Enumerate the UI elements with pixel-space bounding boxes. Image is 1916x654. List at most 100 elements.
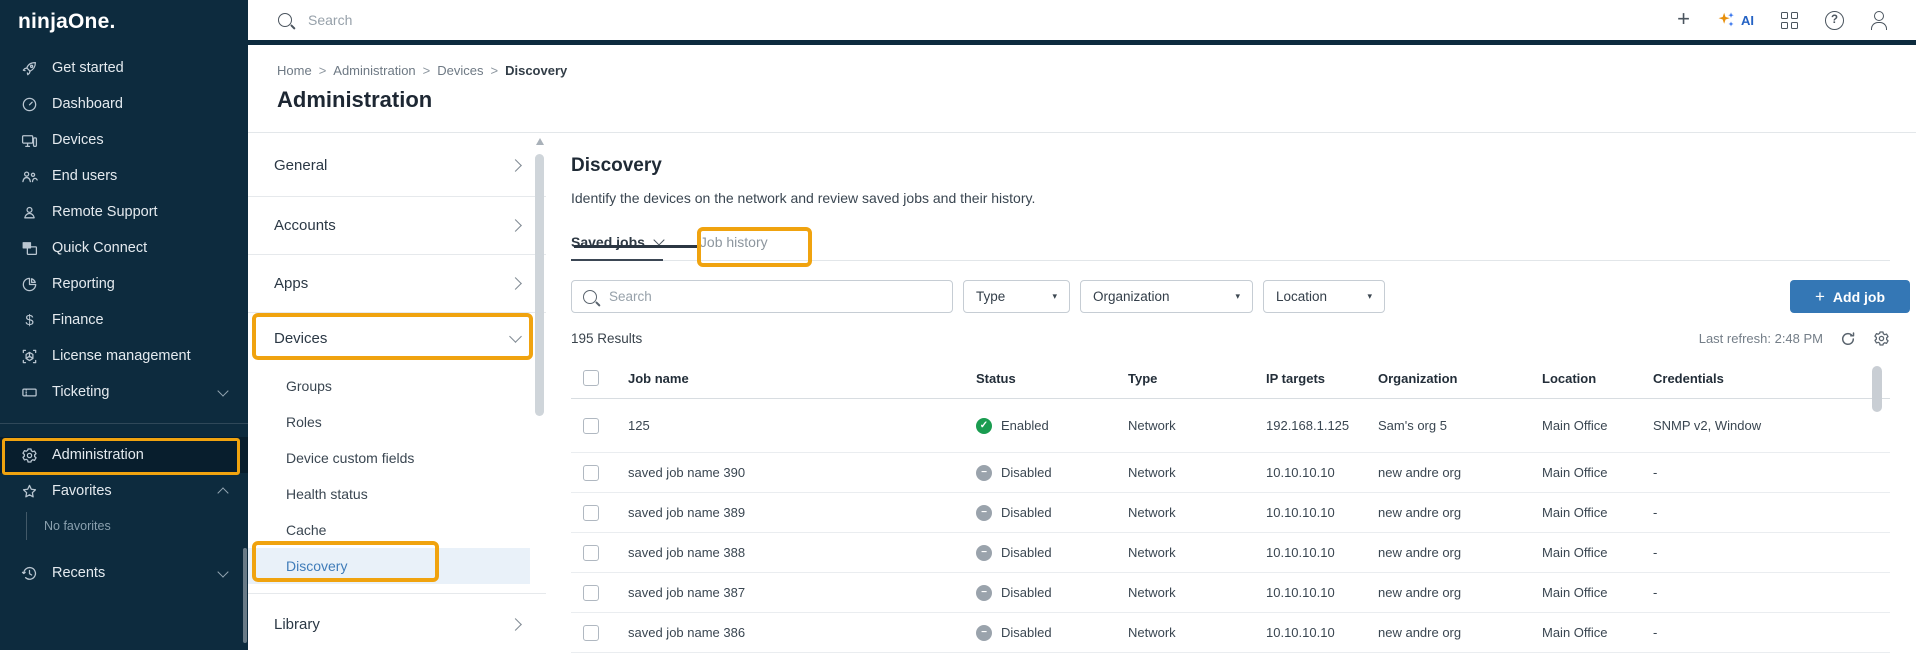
rocket-icon: [20, 60, 39, 77]
global-search[interactable]: [278, 11, 1677, 29]
table-row-saved-job-name-388[interactable]: saved job name 388−DisabledNetwork10.10.…: [571, 533, 1890, 573]
sidebar-item-devices[interactable]: Devices: [0, 122, 248, 158]
sidebar-item-get-started[interactable]: Get started: [0, 50, 248, 86]
row-checkbox[interactable]: [583, 585, 599, 601]
breadcrumb-current: Discovery: [505, 63, 567, 78]
chevron-right-icon: [509, 277, 522, 290]
column-header-job-name[interactable]: Job name: [628, 371, 976, 386]
sidebar-item-ticketing[interactable]: Ticketing: [0, 374, 248, 410]
status-disabled-icon: −: [976, 465, 992, 481]
column-header-ip-targets[interactable]: IP targets: [1266, 371, 1378, 386]
apps-grid-icon[interactable]: [1781, 12, 1798, 29]
menu-scrollbar-thumb[interactable]: [535, 154, 544, 416]
ai-assistant-button[interactable]: AI: [1717, 11, 1754, 30]
menu-section-general[interactable]: General: [248, 135, 546, 197]
sidebar-item-label: Administration: [52, 447, 144, 463]
sidebar-item-dashboard[interactable]: Dashboard: [0, 86, 248, 122]
organization-filter-dropdown[interactable]: Organization ▾: [1080, 280, 1253, 313]
cell-ip-targets: 192.168.1.125: [1266, 418, 1378, 433]
refresh-icon[interactable]: [1840, 331, 1856, 347]
table-row-saved-job-name-390[interactable]: saved job name 390−DisabledNetwork10.10.…: [571, 453, 1890, 493]
table-row-saved-job-name-389[interactable]: saved job name 389−DisabledNetwork10.10.…: [571, 493, 1890, 533]
breadcrumb-link-home[interactable]: Home: [277, 63, 312, 78]
menu-section-accounts[interactable]: Accounts: [248, 197, 546, 255]
menu-item-groups[interactable]: Groups: [248, 368, 546, 404]
search-icon: [278, 13, 292, 27]
table-row-saved-job-name-387[interactable]: saved job name 387−DisabledNetwork10.10.…: [571, 573, 1890, 613]
app-sidebar: ninjaOne. Get startedDashboardDevicesEnd…: [0, 0, 248, 650]
menu-item-cache[interactable]: Cache: [248, 512, 546, 548]
cell-organization: new andre org: [1378, 545, 1542, 560]
tab-job-history-label: Job history: [700, 234, 768, 250]
row-checkbox[interactable]: [583, 545, 599, 561]
breadcrumb-separator: >: [423, 63, 431, 78]
dollar-icon: $: [20, 313, 39, 328]
sidebar-item-license-management[interactable]: License management: [0, 338, 248, 374]
table-row-125[interactable]: 125✓EnabledNetwork192.168.1.125Sam's org…: [571, 399, 1890, 453]
sidebar-item-favorites[interactable]: Favorites: [0, 473, 248, 509]
type-filter-dropdown[interactable]: Type ▾: [963, 280, 1070, 313]
location-filter-dropdown[interactable]: Location ▾: [1263, 280, 1385, 313]
add-job-label: Add job: [1833, 289, 1885, 305]
cell-job-name: saved job name 389: [628, 505, 976, 520]
status-disabled-icon: −: [976, 505, 992, 521]
menu-item-health-status[interactable]: Health status: [248, 476, 546, 512]
cell-job-name: saved job name 388: [628, 545, 976, 560]
column-header-credentials[interactable]: Credentials: [1653, 371, 1890, 386]
column-header-type[interactable]: Type: [1128, 371, 1266, 386]
menu-section-devices[interactable]: Devices: [248, 313, 546, 363]
table-scrollbar-thumb[interactable]: [1872, 366, 1882, 412]
cell-organization: new andre org: [1378, 465, 1542, 480]
cell-job-name: 125: [628, 418, 976, 433]
gauge-icon: [20, 96, 39, 113]
cell-credentials: -: [1653, 545, 1890, 560]
account-icon[interactable]: [1871, 11, 1887, 30]
sidebar-item-administration[interactable]: Administration: [0, 437, 248, 473]
menu-item-roles[interactable]: Roles: [248, 404, 546, 440]
menu-item-discovery[interactable]: Discovery: [248, 548, 530, 584]
select-all-checkbox[interactable]: [583, 370, 599, 386]
column-header-location[interactable]: Location: [1542, 371, 1653, 386]
sidebar-item-end-users[interactable]: End users: [0, 158, 248, 194]
add-icon[interactable]: +: [1677, 8, 1690, 30]
row-checkbox[interactable]: [583, 625, 599, 641]
menu-item-device-custom-fields[interactable]: Device custom fields: [248, 440, 546, 476]
jobs-search-input[interactable]: [607, 288, 941, 305]
caret-down-icon: ▾: [1367, 291, 1372, 302]
column-header-organization[interactable]: Organization: [1378, 371, 1542, 386]
type-filter-label: Type: [976, 289, 1005, 304]
status-label: Disabled: [1001, 545, 1052, 560]
breadcrumb-link-devices[interactable]: Devices: [437, 63, 483, 78]
add-job-button[interactable]: + Add job: [1790, 280, 1910, 313]
table-header-row: Job nameStatusTypeIP targetsOrganization…: [571, 358, 1890, 399]
sidebar-item-quick-connect[interactable]: Quick Connect: [0, 230, 248, 266]
sidebar-item-reporting[interactable]: Reporting: [0, 266, 248, 302]
sidebar-scrollbar[interactable]: [243, 548, 247, 643]
tab-saved-jobs[interactable]: Saved jobs: [571, 224, 663, 261]
filter-bar: Type ▾ Organization ▾ Location ▾ + Add j…: [571, 280, 1890, 313]
menu-section-library[interactable]: Library: [248, 594, 546, 654]
table-row-saved-job-name-386[interactable]: saved job name 386−DisabledNetwork10.10.…: [571, 613, 1890, 653]
breadcrumb-link-administration[interactable]: Administration: [333, 63, 415, 78]
help-icon[interactable]: ?: [1825, 11, 1844, 30]
menu-section-apps[interactable]: Apps: [248, 255, 546, 313]
jobs-search-box[interactable]: [571, 280, 953, 313]
row-checkbox[interactable]: [583, 418, 599, 434]
windows-icon: [20, 240, 39, 257]
row-checkbox[interactable]: [583, 505, 599, 521]
tab-job-history[interactable]: Job history: [700, 224, 768, 260]
cell-status: ✓Enabled: [976, 418, 1128, 434]
sidebar-item-recents[interactable]: Recents: [0, 555, 248, 591]
row-select-cell: [571, 465, 628, 481]
table-settings-gear-icon[interactable]: [1873, 330, 1890, 347]
menu-scrollbar[interactable]: [534, 136, 545, 646]
sidebar-item-finance[interactable]: $Finance: [0, 302, 248, 338]
sidebar-item-remote-support[interactable]: Remote Support: [0, 194, 248, 230]
page-title: Administration: [277, 87, 1916, 113]
cell-status: −Disabled: [976, 585, 1128, 601]
sidebar-item-label: Dashboard: [52, 96, 123, 112]
column-header-status[interactable]: Status: [976, 371, 1128, 386]
scroll-up-arrow-icon[interactable]: [536, 138, 544, 145]
row-checkbox[interactable]: [583, 465, 599, 481]
global-search-input[interactable]: [306, 11, 730, 29]
